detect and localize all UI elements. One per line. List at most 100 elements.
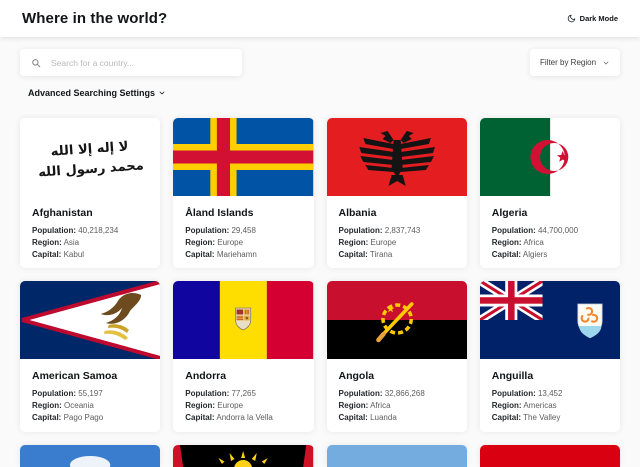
- population-label: Population:: [492, 389, 536, 398]
- controls-row: Filter by Region: [20, 49, 620, 76]
- region-filter-dropdown[interactable]: Filter by Region: [530, 49, 620, 76]
- search-icon: [31, 58, 41, 68]
- region-label: Region:: [339, 238, 369, 247]
- population-value: 2,837,743: [385, 226, 421, 235]
- afghanistan-flag: لا إله إلا الله محمد رسول الله: [20, 118, 160, 196]
- region-value: Africa: [523, 238, 543, 247]
- card-body: Angola Population: 32,866,268 Region: Af…: [327, 359, 467, 431]
- region-row: Region: Europe: [339, 238, 455, 248]
- card-body: Algeria Population: 44,700,000 Region: A…: [480, 196, 620, 268]
- population-value: 40,218,234: [78, 226, 118, 235]
- population-value: 32,866,268: [385, 389, 425, 398]
- advanced-searching-settings-toggle[interactable]: Advanced Searching Settings: [28, 88, 166, 98]
- page-title: Where in the world?: [22, 10, 167, 27]
- capital-value: The Valley: [523, 413, 560, 422]
- country-card-afghanistan[interactable]: لا إله إلا الله محمد رسول الله Afghanist…: [20, 118, 160, 268]
- population-row: Population: 32,866,268: [339, 389, 455, 399]
- capital-label: Capital:: [32, 413, 61, 422]
- anguilla-flag: [480, 281, 620, 359]
- population-row: Population: 44,700,000: [492, 226, 608, 236]
- population-label: Population:: [339, 226, 383, 235]
- population-row: Population: 29,458: [185, 226, 301, 236]
- region-value: Oceania: [64, 401, 94, 410]
- albania-flag: [327, 118, 467, 196]
- antigua-and-barbuda-flag: [173, 445, 313, 467]
- population-value: 55,197: [78, 389, 102, 398]
- dark-mode-toggle[interactable]: Dark Mode: [567, 14, 618, 23]
- capital-value: Mariehamn: [217, 250, 257, 259]
- region-row: Region: Asia: [32, 238, 148, 248]
- region-label: Region:: [185, 401, 215, 410]
- antarctica-flag: [20, 445, 160, 467]
- country-card-albania[interactable]: Albania Population: 2,837,743 Region: Eu…: [327, 118, 467, 268]
- card-body: Andorra Population: 77,265 Region: Europ…: [173, 359, 313, 431]
- angola-flag: [327, 281, 467, 359]
- argentina-flag: [327, 445, 467, 467]
- country-name: Afghanistan: [32, 207, 148, 219]
- country-card-aland-islands[interactable]: Åland Islands Population: 29,458 Region:…: [173, 118, 313, 268]
- card-body: Anguilla Population: 13,452 Region: Amer…: [480, 359, 620, 431]
- region-value: Africa: [370, 401, 390, 410]
- population-label: Population:: [32, 226, 76, 235]
- country-card-grid: لا إله إلا الله محمد رسول الله Afghanist…: [20, 118, 620, 432]
- country-name: Andorra: [185, 370, 301, 382]
- country-card-anguilla[interactable]: Anguilla Population: 13,452 Region: Amer…: [480, 281, 620, 431]
- capital-value: Algiers: [523, 250, 547, 259]
- capital-label: Capital:: [185, 250, 214, 259]
- region-value: Asia: [64, 238, 80, 247]
- capital-value: Tirana: [370, 250, 392, 259]
- capital-value: Andorra la Vella: [216, 413, 272, 422]
- country-name: Åland Islands: [185, 207, 301, 219]
- search-input[interactable]: [49, 57, 231, 69]
- country-card-peek-armenia[interactable]: [480, 445, 620, 467]
- card-body: Afghanistan Population: 40,218,234 Regio…: [20, 196, 160, 268]
- region-label: Region:: [492, 401, 522, 410]
- region-row: Region: Europe: [185, 238, 301, 248]
- country-card-andorra[interactable]: Andorra Population: 77,265 Region: Europ…: [173, 281, 313, 431]
- advanced-settings-label: Advanced Searching Settings: [28, 88, 155, 98]
- next-row-peek: [20, 445, 620, 467]
- country-name: American Samoa: [32, 370, 148, 382]
- country-card-peek-argentina[interactable]: [327, 445, 467, 467]
- country-card-algeria[interactable]: Algeria Population: 44,700,000 Region: A…: [480, 118, 620, 268]
- population-row: Population: 2,837,743: [339, 226, 455, 236]
- region-filter-label: Filter by Region: [540, 58, 596, 67]
- capital-label: Capital:: [32, 250, 61, 259]
- capital-label: Capital:: [339, 250, 368, 259]
- american-samoa-flag: [20, 281, 160, 359]
- region-value: Europe: [217, 401, 243, 410]
- country-name: Angola: [339, 370, 455, 382]
- capital-label: Capital:: [492, 413, 521, 422]
- population-label: Population:: [339, 389, 383, 398]
- country-name: Albania: [339, 207, 455, 219]
- country-name: Algeria: [492, 207, 608, 219]
- capital-row: Capital: Pago Pago: [32, 413, 148, 423]
- armenia-flag: [480, 445, 620, 467]
- country-card-peek-antarctica[interactable]: [20, 445, 160, 467]
- country-card-angola[interactable]: Angola Population: 32,866,268 Region: Af…: [327, 281, 467, 431]
- andorra-flag: [173, 281, 313, 359]
- region-label: Region:: [185, 238, 215, 247]
- population-value: 13,452: [538, 389, 562, 398]
- population-row: Population: 55,197: [32, 389, 148, 399]
- population-label: Population:: [185, 226, 229, 235]
- region-value: Americas: [523, 401, 556, 410]
- population-label: Population:: [492, 226, 536, 235]
- population-label: Population:: [32, 389, 76, 398]
- region-row: Region: Africa: [492, 238, 608, 248]
- country-card-peek-antigua-and-barbuda[interactable]: [173, 445, 313, 467]
- population-row: Population: 13,452: [492, 389, 608, 399]
- capital-row: Capital: Mariehamn: [185, 250, 301, 260]
- main-content: Filter by Region Advanced Searching Sett…: [0, 49, 640, 467]
- capital-value: Kabul: [64, 250, 84, 259]
- region-label: Region:: [32, 401, 62, 410]
- region-label: Region:: [339, 401, 369, 410]
- card-body: American Samoa Population: 55,197 Region…: [20, 359, 160, 431]
- chevron-down-icon: [158, 89, 166, 97]
- country-card-american-samoa[interactable]: American Samoa Population: 55,197 Region…: [20, 281, 160, 431]
- region-label: Region:: [492, 238, 522, 247]
- population-row: Population: 77,265: [185, 389, 301, 399]
- chevron-down-icon: [602, 59, 610, 67]
- aland-islands-flag: [173, 118, 313, 196]
- region-value: Europe: [371, 238, 397, 247]
